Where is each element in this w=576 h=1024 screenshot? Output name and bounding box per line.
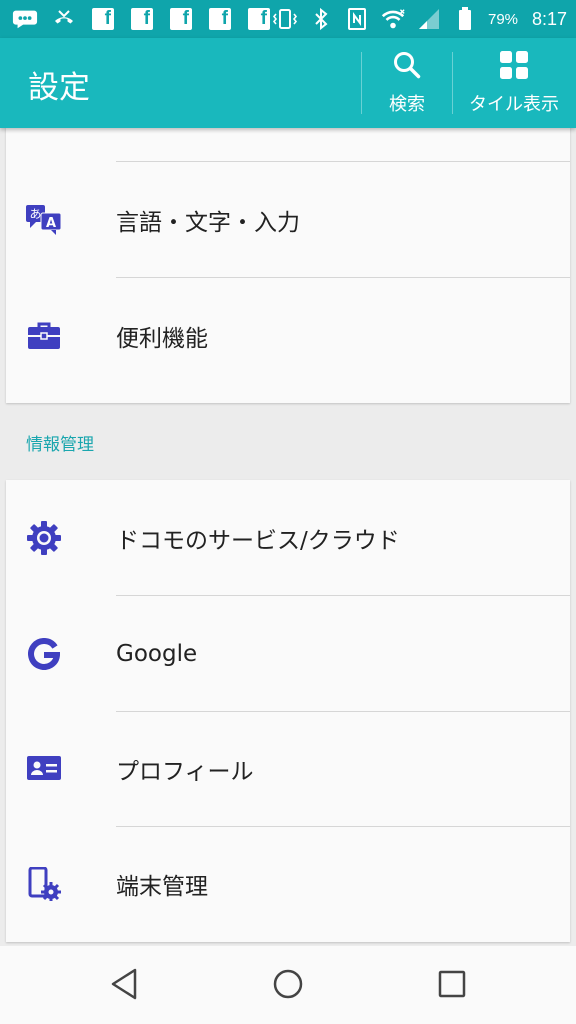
tile-view-label: タイル表示 [469,94,559,115]
settings-item-label: ドコモのサービス/クラウド [116,528,400,554]
recents-icon [438,970,466,1002]
facebook-icon: f [129,7,155,31]
search-label: 検索 [389,94,425,115]
search-icon [392,50,422,84]
profile-card-icon [26,751,62,787]
facebook-icon: f [246,7,272,31]
messenger-icon [12,7,38,31]
tile-view-button[interactable]: タイル表示 [456,38,572,128]
divider [361,52,362,114]
google-icon [26,636,62,672]
wifi-icon [380,7,406,31]
clock: 8:17 [532,8,568,29]
system-icons: 79% 8:17 [272,7,567,31]
section-header: 情報管理 [26,435,94,455]
settings-item-device-management[interactable]: 端末管理 [6,826,570,942]
settings-card: ドコモのサービス/クラウド Google プロフィール 端末管理 [6,480,570,942]
briefcase-icon [26,318,62,354]
tile-view-icon [499,50,529,84]
settings-item-label: 端末管理 [116,874,208,900]
settings-item-profile[interactable]: プロフィール [6,711,570,827]
battery-percent: 79% [488,10,519,28]
app-bar: 設定 検索 タイル表示 [0,38,576,128]
notification-icons: f f f f f [12,7,272,31]
settings-item-label: 言語・文字・入力 [116,210,300,236]
home-icon [272,968,304,1004]
gear-icon [26,520,62,556]
vibrate-icon [272,7,298,31]
language-icon: あA [26,202,62,238]
nfc-icon [344,7,370,31]
facebook-icon: f [168,7,194,31]
home-button[interactable] [268,966,308,1006]
settings-item-docomo-services[interactable]: ドコモのサービス/クラウド [6,480,570,596]
list-item[interactable] [6,128,570,162]
settings-item-label: 便利機能 [116,326,208,352]
bluetooth-icon [308,7,334,31]
settings-item-google[interactable]: Google [6,596,570,712]
settings-item-label: プロフィール [116,759,254,785]
page-title: 設定 [28,70,90,106]
device-settings-icon [26,866,62,902]
settings-item-label: Google [116,641,198,667]
settings-list[interactable]: あA 言語・文字・入力 便利機能 情報管理 ドコモのサービス/クラウド Goog… [0,128,576,946]
back-button[interactable] [104,966,144,1006]
facebook-icon: f [90,7,116,31]
svg-text:あ: あ [29,207,41,221]
facebook-icon: f [207,7,233,31]
status-bar: f f f f f 79% 8:17 [0,0,576,38]
settings-item-language[interactable]: あA 言語・文字・入力 [6,162,570,278]
search-button[interactable]: 検索 [364,38,450,128]
signal-icon [416,7,442,31]
battery-icon [452,7,478,31]
recents-button[interactable] [432,966,472,1006]
divider [452,52,453,114]
navigation-bar [0,946,576,1024]
svg-text:A: A [46,216,56,231]
settings-card: あA 言語・文字・入力 便利機能 [6,128,570,403]
settings-item-convenience[interactable]: 便利機能 [6,278,570,394]
back-icon [109,967,139,1005]
missed-call-icon [51,7,77,31]
